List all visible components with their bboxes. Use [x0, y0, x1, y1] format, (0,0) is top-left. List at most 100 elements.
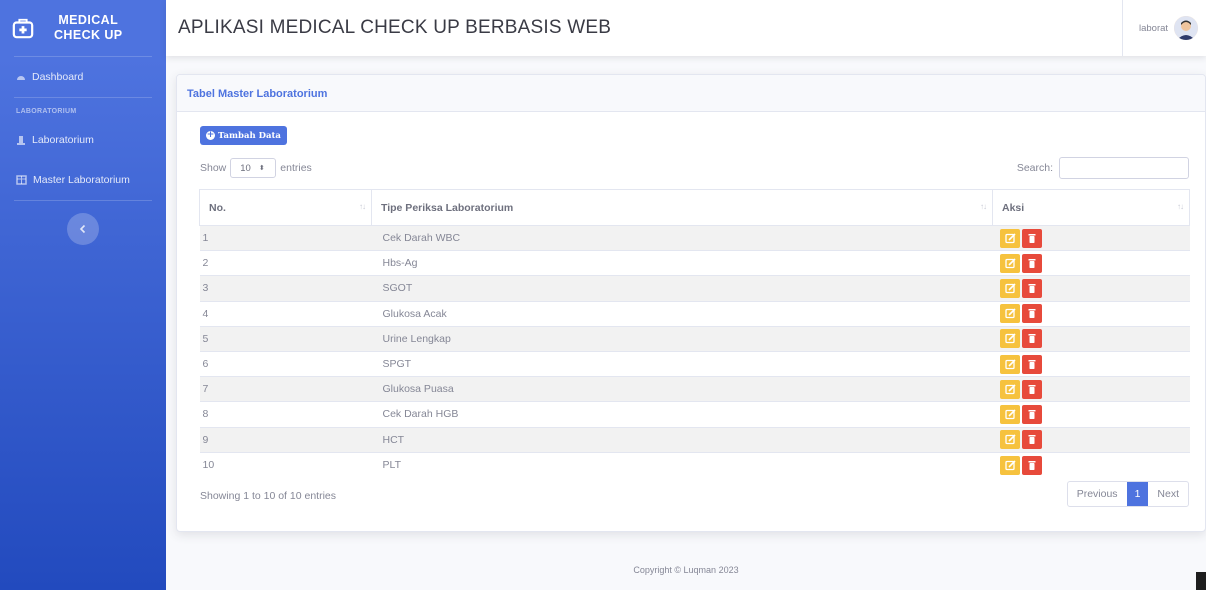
sidebar-item-label: Laboratorium	[32, 134, 94, 146]
table-row: 9 HCT	[199, 426, 1190, 453]
delete-button[interactable]	[1021, 304, 1042, 324]
sidebar-toggle-button[interactable]	[67, 213, 99, 245]
delete-button[interactable]	[1021, 253, 1042, 273]
delete-button[interactable]	[1021, 455, 1042, 475]
topbar: APLIKASI MEDICAL CHECK UP BERBASIS WEB l…	[166, 0, 1206, 56]
entries-select-value: 10	[240, 162, 251, 174]
column-header-no[interactable]: No. ↑↓	[199, 189, 372, 226]
table-row: 2 Hbs-Ag	[199, 250, 1190, 276]
edit-button[interactable]	[999, 354, 1020, 374]
row-tipe: Hbs-Ag	[371, 250, 993, 276]
add-data-button[interactable]: + Tambah Data	[200, 126, 287, 145]
sidebar-item-laboratorium[interactable]: Laboratorium	[0, 120, 166, 160]
sidebar-divider	[14, 200, 152, 201]
row-number: 5	[199, 325, 372, 352]
entries-select[interactable]: 10 ⬍	[230, 158, 277, 178]
table-row: 8 Cek Darah HGB	[199, 401, 1190, 427]
row-actions	[992, 401, 1190, 427]
row-actions	[992, 426, 1190, 453]
brand-line2: CHECK UP	[54, 28, 123, 42]
trash-icon	[1028, 409, 1035, 419]
edit-button[interactable]	[999, 304, 1020, 324]
edit-button[interactable]	[999, 253, 1020, 273]
sidebar-brand[interactable]: MEDICAL CHECK UP	[0, 0, 166, 56]
master-laboratorium-card: Tabel Master Laboratorium + Tambah Data …	[176, 74, 1206, 532]
row-tipe: Glukosa Puasa	[371, 376, 993, 402]
sidebar-item-label: Dashboard	[32, 71, 84, 83]
sort-icon: ↑↓	[980, 202, 987, 211]
row-actions	[992, 350, 1190, 377]
search-label: Search:	[1016, 162, 1053, 174]
edit-button[interactable]	[999, 455, 1020, 475]
user-menu[interactable]: laborat	[1122, 0, 1206, 56]
row-number: 8	[199, 401, 372, 427]
table-row: 10 PLT	[199, 451, 1190, 478]
sidebar: MEDICAL CHECK UP Dashboard LABORATORIUM …	[0, 0, 166, 590]
entries-length-control: Show 10 ⬍ entries	[200, 158, 312, 178]
trash-icon	[1028, 283, 1035, 293]
edit-button[interactable]	[999, 278, 1020, 298]
next-page-button[interactable]: Next	[1148, 482, 1188, 506]
delete-button[interactable]	[1021, 278, 1042, 298]
column-label: Tipe Periksa Laboratorium	[381, 201, 514, 214]
edit-icon	[1004, 333, 1016, 344]
delete-button[interactable]	[1021, 354, 1042, 374]
delete-button[interactable]	[1021, 329, 1042, 349]
trash-icon	[1028, 233, 1035, 243]
table-info: Showing 1 to 10 of 10 entries	[200, 490, 337, 502]
edit-button[interactable]	[999, 430, 1020, 450]
sidebar-heading: LABORATORIUM	[16, 108, 77, 115]
chevron-left-icon	[79, 224, 86, 234]
row-actions	[992, 376, 1190, 402]
row-number: 3	[199, 275, 372, 302]
row-tipe: SPGT	[371, 350, 993, 377]
delete-button[interactable]	[1021, 379, 1042, 399]
edit-icon	[1004, 409, 1016, 420]
edit-icon	[1004, 233, 1016, 243]
row-actions	[992, 275, 1190, 302]
table-row: 3 SGOT	[199, 275, 1190, 302]
pagination: Previous 1 Next	[1066, 481, 1189, 507]
flask-icon	[17, 135, 25, 145]
edit-button[interactable]	[999, 379, 1020, 399]
delete-button[interactable]	[1021, 404, 1042, 424]
trash-icon	[1028, 309, 1035, 319]
search-input[interactable]	[1059, 157, 1189, 179]
row-number: 1	[199, 224, 372, 251]
row-actions	[992, 250, 1190, 276]
sidebar-item-dashboard[interactable]: Dashboard	[0, 57, 166, 97]
first-aid-kit-icon	[12, 18, 34, 39]
page-1-button[interactable]: 1	[1126, 482, 1149, 506]
footer-copyright: Copyright © Luqman 2023	[633, 565, 739, 575]
previous-page-button[interactable]: Previous	[1068, 482, 1127, 506]
delete-button[interactable]	[1021, 228, 1042, 248]
row-number: 2	[199, 250, 372, 276]
column-header-aksi[interactable]: Aksi ↑↓	[992, 189, 1190, 226]
row-tipe: HCT	[371, 426, 993, 453]
delete-button[interactable]	[1021, 430, 1042, 450]
table-row: 1 Cek Darah WBC	[199, 224, 1190, 251]
row-number: 10	[199, 451, 372, 478]
sidebar-item-master-laboratorium[interactable]: Master Laboratorium	[0, 160, 166, 200]
sidebar-item-label: Master Laboratorium	[33, 174, 130, 186]
table-row: 5 Urine Lengkap	[199, 325, 1190, 352]
row-tipe: Cek Darah WBC	[371, 224, 993, 251]
row-tipe: Urine Lengkap	[371, 325, 993, 352]
table-row: 4 Glukosa Acak	[199, 300, 1190, 327]
edit-button[interactable]	[999, 329, 1020, 349]
row-tipe: PLT	[371, 451, 993, 478]
table-row: 7 Glukosa Puasa	[199, 376, 1190, 402]
search-control: Search:	[1017, 157, 1189, 179]
row-actions	[992, 451, 1190, 478]
row-tipe: SGOT	[371, 275, 993, 302]
sort-icon: ↑↓	[1177, 202, 1184, 211]
add-data-label: Tambah Data	[218, 130, 281, 141]
trash-icon	[1028, 334, 1035, 344]
corner-widget	[1196, 572, 1206, 590]
edit-icon	[1004, 283, 1016, 294]
trash-icon	[1028, 359, 1035, 369]
edit-button[interactable]	[999, 228, 1020, 248]
column-header-tipe[interactable]: Tipe Periksa Laboratorium ↑↓	[371, 189, 993, 226]
show-label: Show	[200, 162, 227, 174]
edit-button[interactable]	[999, 404, 1020, 424]
